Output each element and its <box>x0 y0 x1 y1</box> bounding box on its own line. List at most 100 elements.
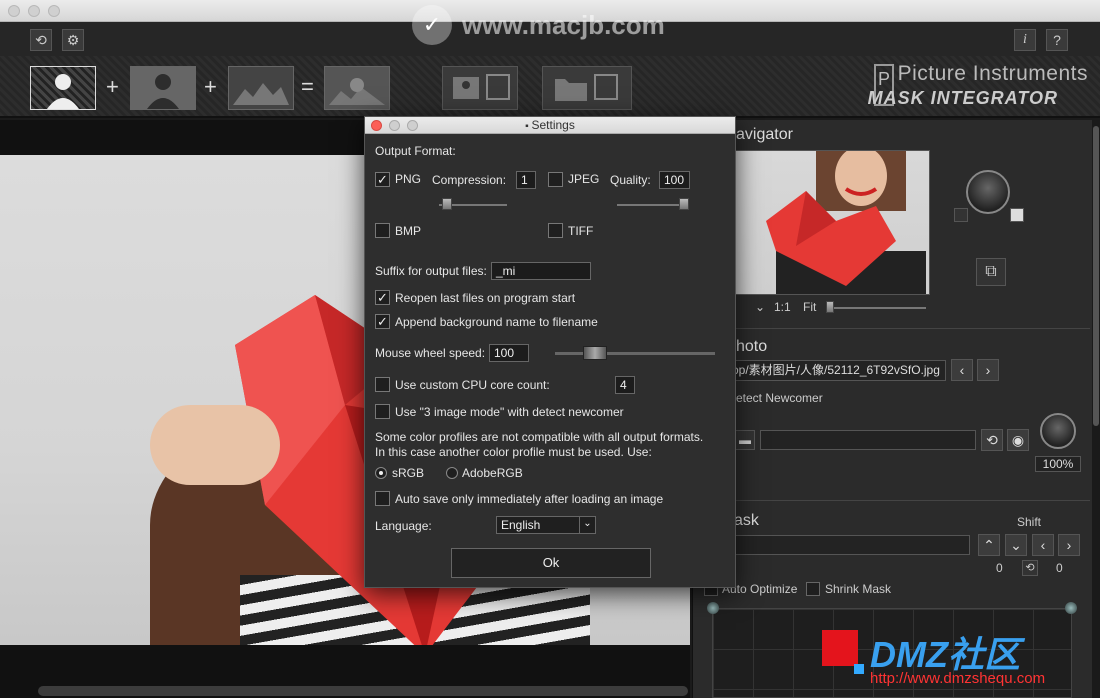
reopen-label: Reopen last files on program start <box>395 291 576 305</box>
cpu-core-input[interactable]: 4 <box>615 376 635 394</box>
shift-x-value: 0 <box>996 561 1003 575</box>
curve-node[interactable] <box>1065 602 1077 614</box>
language-select[interactable]: English ⌄ <box>496 516 596 534</box>
reopen-checkbox[interactable]: ✓ <box>375 290 390 305</box>
suffix-label: Suffix for output files: <box>375 264 487 278</box>
dark-thumb-icon[interactable] <box>954 208 968 222</box>
zoom-dialog-button <box>407 120 418 131</box>
three-image-label: Use "3 image mode" with detect newcomer <box>395 405 624 419</box>
wheel-speed-slider[interactable] <box>555 352 715 355</box>
language-value: English <box>501 518 541 532</box>
save-image-icon <box>453 74 510 100</box>
person-icon <box>147 74 179 109</box>
close-dialog-button[interactable] <box>371 120 382 131</box>
compare-icon[interactable]: ⧉ <box>976 258 1006 286</box>
plus-operator: + <box>204 74 217 99</box>
zoom-out-icon[interactable]: ⌄ <box>755 300 765 314</box>
photo-title: hoto <box>736 338 768 355</box>
settings-titlebar: ▪ Settings <box>365 117 735 134</box>
wheel-speed-slider-thumb[interactable] <box>583 346 607 360</box>
info-button[interactable]: i <box>1014 29 1036 51</box>
section-divider <box>700 500 1090 501</box>
append-checkbox[interactable]: ✓ <box>375 314 390 329</box>
mask-title: ask <box>734 512 759 529</box>
result-slot[interactable] <box>324 66 390 110</box>
light-thumb-icon[interactable] <box>1010 208 1024 222</box>
navigator-title: avigator <box>736 126 793 143</box>
person-icon <box>47 74 79 109</box>
quality-input[interactable]: 100 <box>659 171 690 189</box>
person-landscape-icon <box>329 78 385 105</box>
tiff-checkbox[interactable] <box>548 223 563 238</box>
background-slot[interactable] <box>228 66 294 110</box>
mask-path-field[interactable] <box>728 535 970 555</box>
dmz-logo-icon <box>822 630 858 666</box>
shift-label: Shift <box>1017 515 1042 529</box>
tiff-label: TIFF <box>568 224 594 238</box>
chevron-down-icon[interactable]: ⌄ <box>1005 534 1027 556</box>
folder-save-icon <box>555 74 618 101</box>
zoom-fit-button[interactable]: Fit <box>803 300 816 314</box>
minimize-dialog-button <box>389 120 400 131</box>
zoom-slider[interactable] <box>826 307 926 309</box>
gear-icon[interactable]: ⚙ <box>62 29 84 51</box>
eye-icon[interactable]: ◉ <box>1007 429 1029 451</box>
photo-path-field[interactable]: op/素材图片/人像/52112_6T92vSfO.jpg <box>728 360 946 381</box>
quality-slider-thumb[interactable] <box>679 198 689 210</box>
navigator-preview[interactable] <box>735 150 930 295</box>
ok-button[interactable]: Ok <box>451 548 651 578</box>
minimize-window-button[interactable] <box>28 5 40 17</box>
profile-note-line1: Some color profiles are not compatible w… <box>375 430 704 444</box>
opacity-knob[interactable] <box>1040 413 1076 449</box>
background-path-field[interactable] <box>760 430 976 450</box>
horizontal-scrollbar[interactable] <box>38 686 688 696</box>
jpeg-checkbox[interactable] <box>548 172 563 187</box>
plus-operator: + <box>106 74 119 99</box>
png-label: PNG <box>395 172 422 186</box>
compression-slider-thumb[interactable] <box>442 198 452 210</box>
jpeg-label: JPEG <box>568 172 600 186</box>
curve-node[interactable] <box>707 602 719 614</box>
shift-y-value: 0 <box>1056 561 1063 575</box>
zoom-window-button[interactable] <box>48 5 60 17</box>
three-image-checkbox[interactable] <box>375 404 390 419</box>
navigator-rotation-knob[interactable] <box>966 170 1010 214</box>
opacity-percent[interactable]: 100% <box>1035 456 1081 472</box>
chevron-left-icon[interactable]: ‹ <box>1032 534 1054 556</box>
reset-icon[interactable]: ⟲ <box>981 429 1003 451</box>
close-window-button[interactable] <box>8 5 20 17</box>
compression-label: Compression: <box>432 173 507 187</box>
save-image-button[interactable] <box>442 66 518 110</box>
zoom-1-1-button[interactable]: 1:1 <box>774 300 791 314</box>
foreground-slot[interactable] <box>30 66 96 110</box>
srgb-radio[interactable] <box>375 467 387 479</box>
folder-icon[interactable]: ▬ <box>735 430 755 450</box>
app-window: ⟲ ⚙ i ? + + = P Picture Instruments MASK… <box>0 0 1100 698</box>
product-name: MASK INTEGRATOR <box>867 88 1058 108</box>
reference-slot[interactable] <box>130 66 196 110</box>
save-folder-button[interactable] <box>542 66 632 110</box>
bmp-checkbox[interactable] <box>375 223 390 238</box>
vertical-scrollbar-thumb[interactable] <box>1093 126 1099 426</box>
chevron-left-icon[interactable]: ‹ <box>951 359 973 381</box>
reset-icon[interactable]: ⟲ <box>30 29 52 51</box>
quality-label: Quality: <box>610 173 651 187</box>
zoom-slider-thumb[interactable] <box>826 301 834 313</box>
png-checkbox[interactable]: ✓ <box>375 172 390 187</box>
adobergb-radio[interactable] <box>446 467 458 479</box>
chevron-up-icon[interactable]: ⌃ <box>978 534 1000 556</box>
suffix-input[interactable]: _mi <box>491 262 591 280</box>
wheel-speed-input[interactable]: 100 <box>489 344 529 362</box>
compression-input[interactable]: 1 <box>516 171 536 189</box>
chevron-right-icon[interactable]: › <box>1058 534 1080 556</box>
autosave-checkbox[interactable] <box>375 491 390 506</box>
dmz-watermark: DMZ社区 http://www.dmzshequ.com <box>822 626 1082 690</box>
srgb-label: sRGB <box>392 466 425 480</box>
help-button[interactable]: ? <box>1046 29 1068 51</box>
chevron-right-icon[interactable]: › <box>977 359 999 381</box>
shrink-mask-checkbox[interactable] <box>806 582 820 596</box>
autosave-label: Auto save only immediately after loading… <box>395 492 664 506</box>
cpu-core-checkbox[interactable] <box>375 377 390 392</box>
reset-shift-icon[interactable]: ⟲ <box>1022 560 1038 576</box>
detect-newcomer-label: etect Newcomer <box>736 391 823 405</box>
